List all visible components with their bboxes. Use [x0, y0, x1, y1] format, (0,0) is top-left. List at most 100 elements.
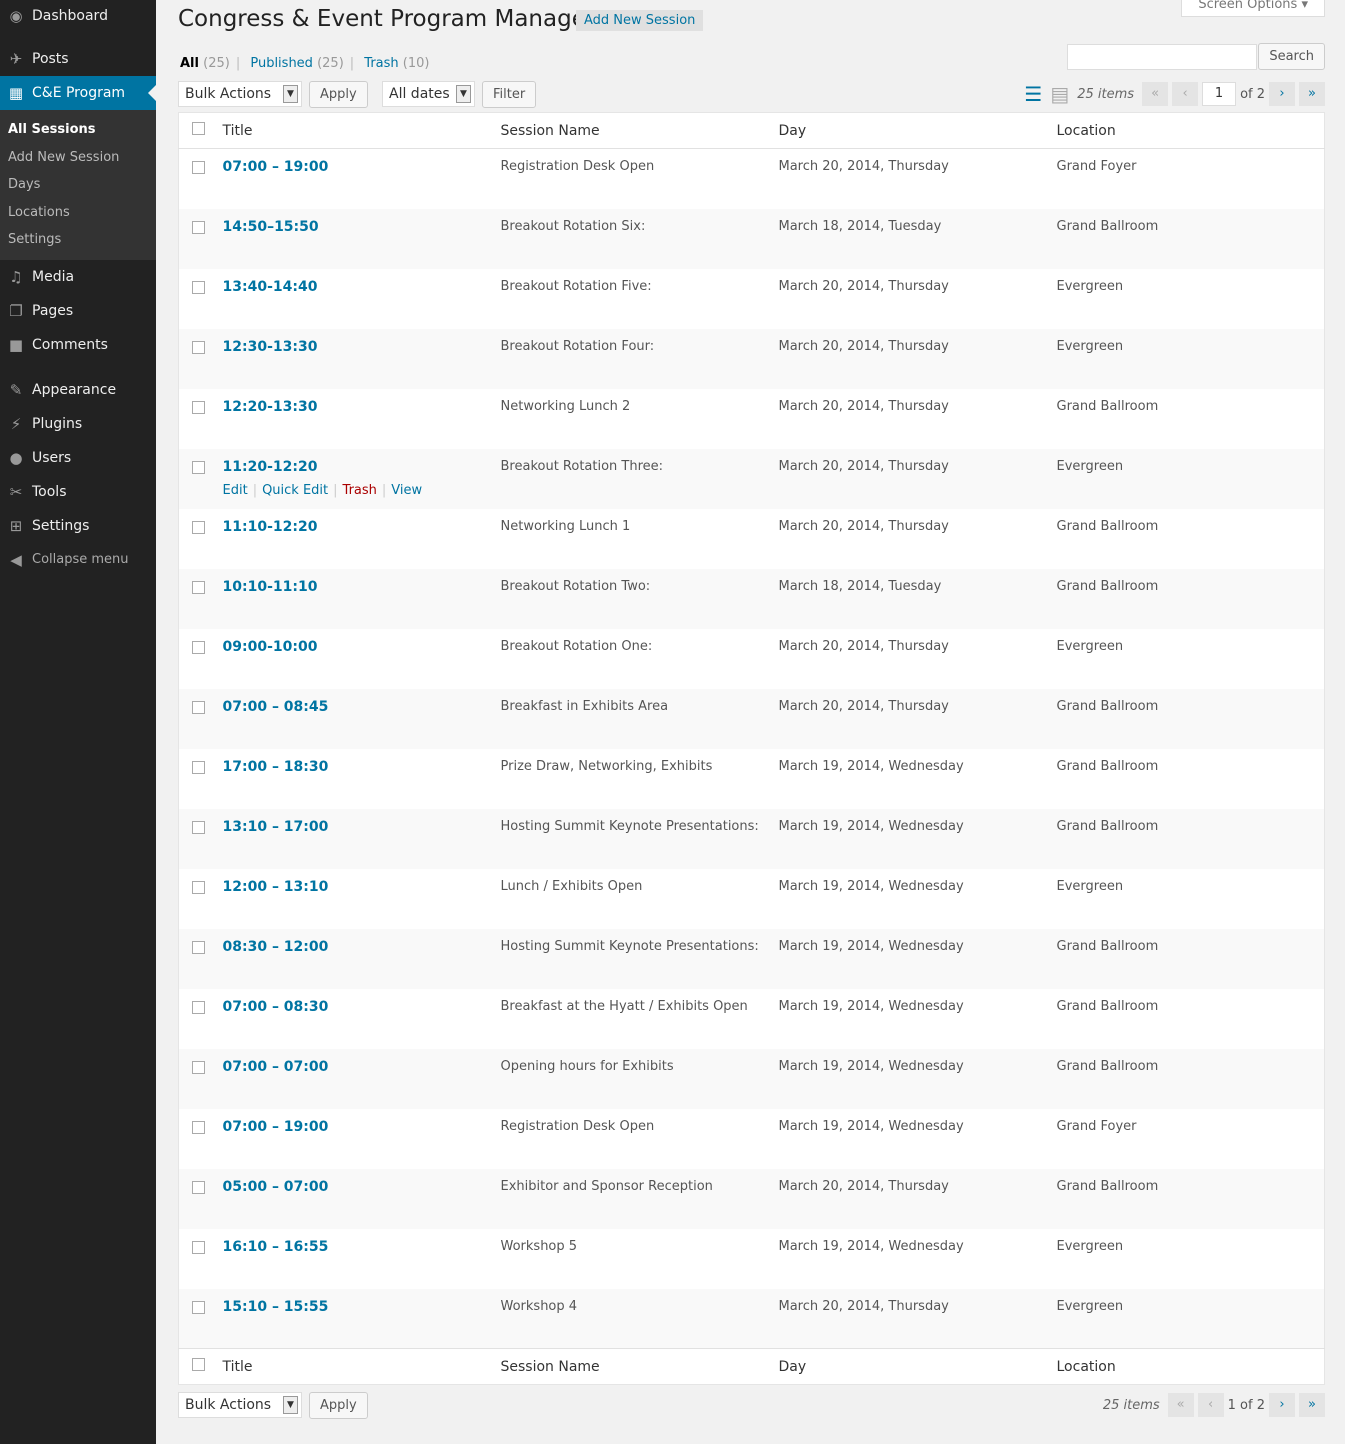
sidebar-item-dashboard[interactable]: ◉ Dashboard [0, 0, 156, 32]
row-checkbox[interactable] [192, 640, 205, 654]
total-pages: of 2 [1240, 86, 1265, 102]
session-title-link[interactable]: 14:50–15:50 [223, 219, 319, 235]
row-checkbox[interactable] [192, 1000, 205, 1014]
row-checkbox[interactable] [192, 820, 205, 834]
row-checkbox[interactable] [192, 460, 205, 474]
row-checkbox[interactable] [192, 161, 205, 174]
session-location: Grand Ballroom [1056, 808, 1325, 869]
filter-all[interactable]: All [180, 56, 199, 71]
sidebar-item-pages[interactable]: ❐ Pages [0, 294, 156, 328]
prev-page-button[interactable]: ‹ [1197, 1393, 1224, 1417]
session-title-link[interactable]: 05:00 – 07:00 [223, 1179, 329, 1195]
sidebar-item-appearance[interactable]: ✎ Appearance [0, 373, 156, 407]
session-title-link[interactable]: 08:30 – 12:00 [223, 939, 329, 955]
collapse-menu-button[interactable]: ◀ Collapse menu [0, 543, 156, 577]
session-title-link[interactable]: 11:10-12:20 [223, 519, 318, 535]
row-checkbox[interactable] [192, 580, 205, 594]
published-count: (25) [317, 56, 344, 71]
row-checkbox[interactable] [192, 760, 205, 774]
row-checkbox[interactable] [192, 1120, 205, 1134]
sidebar-item-tools[interactable]: ✂ Tools [0, 475, 156, 509]
session-location: Grand Ballroom [1056, 758, 1159, 774]
session-title-link[interactable]: 13:10 – 17:00 [223, 819, 329, 835]
session-title-link[interactable]: 07:00 – 19:00 [223, 1119, 329, 1135]
quick-edit-link[interactable]: Quick Edit [262, 483, 328, 498]
sidebar-item-posts[interactable]: ✈ Posts [0, 42, 156, 76]
add-new-session-button[interactable]: Add New Session [576, 10, 704, 31]
screen-options-button[interactable]: Screen Options ▾ [1181, 0, 1325, 17]
select-all-checkbox-bottom[interactable] [192, 1358, 205, 1371]
row-checkbox[interactable] [192, 1300, 205, 1314]
next-page-button[interactable]: › [1269, 1393, 1295, 1417]
session-title-link[interactable]: 11:20-12:20 [223, 459, 318, 475]
first-page-button[interactable]: « [1167, 1393, 1194, 1417]
view-link[interactable]: View [391, 483, 422, 498]
select-all-checkbox[interactable] [192, 122, 205, 135]
session-title-link[interactable]: 07:00 – 19:00 [223, 159, 329, 175]
session-title-link[interactable]: 12:00 – 13:10 [223, 879, 329, 895]
search-input[interactable] [1067, 44, 1257, 70]
column-title[interactable]: Title [222, 1348, 501, 1385]
filter-trash[interactable]: Trash [364, 56, 398, 71]
table-row: 17:00 – 18:30 Prize Draw, Networking, Ex… [179, 749, 1325, 809]
session-name: Breakout Rotation Two: [500, 568, 779, 629]
table-row: 08:30 – 12:00 Hosting Summit Keynote Pre… [178, 928, 1325, 989]
sidebar-item-plugins[interactable]: ⚡ Plugins [0, 407, 156, 441]
sidebar-item-c-e-program[interactable]: ▦ C&E Program [0, 76, 156, 110]
submenu-item[interactable]: All Sessions [0, 116, 156, 144]
session-title-link[interactable]: 07:00 – 07:00 [223, 1059, 329, 1075]
submenu-item[interactable]: Locations [0, 199, 156, 227]
submenu-item[interactable]: Add New Session [0, 144, 156, 172]
next-page-button[interactable]: › [1269, 82, 1295, 106]
row-checkbox[interactable] [192, 700, 205, 714]
list-view-icon[interactable]: ☰ [1024, 82, 1042, 106]
sidebar-item-comments[interactable]: ■ Comments [0, 328, 156, 362]
date-filter-select[interactable]: All dates ▼ [382, 81, 475, 107]
session-title-link[interactable]: 13:40-14:40 [223, 279, 318, 295]
session-title-link[interactable]: 07:00 – 08:45 [223, 699, 329, 715]
submenu-item[interactable]: Days [0, 171, 156, 199]
session-day: March 19, 2014, Wednesday [778, 878, 964, 894]
bulk-actions-select[interactable]: Bulk Actions ▼ [178, 81, 302, 107]
prev-page-button[interactable]: ‹ [1172, 82, 1199, 106]
current-page-input[interactable]: 1 [1202, 82, 1237, 106]
first-page-button[interactable]: « [1142, 82, 1169, 106]
row-checkbox[interactable] [192, 400, 205, 414]
row-checkbox[interactable] [192, 1060, 205, 1074]
column-title[interactable]: Title [222, 112, 501, 149]
session-title-link[interactable]: 16:10 – 16:55 [223, 1239, 329, 1255]
row-checkbox[interactable] [192, 280, 205, 294]
edit-link[interactable]: Edit [223, 483, 248, 498]
apply-button[interactable]: Apply [309, 81, 368, 108]
bulk-actions-select-bottom[interactable]: Bulk Actions ▼ [178, 1392, 302, 1418]
session-day: March 20, 2014, Thursday [778, 1168, 1057, 1229]
search-button[interactable]: Search [1258, 43, 1325, 70]
excerpt-view-icon[interactable]: ▤ [1050, 82, 1069, 106]
session-title-link[interactable]: 17:00 – 18:30 [223, 759, 329, 775]
row-checkbox[interactable] [192, 1240, 205, 1254]
session-title-link[interactable]: 12:30-13:30 [223, 339, 318, 355]
row-checkbox[interactable] [192, 940, 205, 954]
session-name: Lunch / Exhibits Open [500, 878, 643, 894]
session-title-link[interactable]: 15:10 – 15:55 [223, 1299, 329, 1315]
row-checkbox[interactable] [192, 220, 205, 234]
last-page-button[interactable]: » [1299, 82, 1325, 106]
session-title-link[interactable]: 12:20-13:30 [223, 399, 318, 415]
row-checkbox[interactable] [192, 340, 205, 354]
trash-link[interactable]: Trash [343, 483, 377, 498]
row-checkbox[interactable] [192, 1180, 205, 1194]
filter-button[interactable]: Filter [482, 81, 537, 108]
session-title-link[interactable]: 09:00-10:00 [223, 639, 318, 655]
row-checkbox[interactable] [192, 520, 205, 534]
sidebar-item-media[interactable]: ♫ Media [0, 260, 156, 294]
sidebar-item-users[interactable]: ● Users [0, 441, 156, 475]
row-checkbox[interactable] [192, 880, 205, 894]
last-page-button[interactable]: » [1299, 1393, 1325, 1417]
sidebar-item-settings[interactable]: ⊞ Settings [0, 509, 156, 543]
session-title-link[interactable]: 07:00 – 08:30 [223, 999, 329, 1015]
submenu-item[interactable]: Settings [0, 226, 156, 254]
apply-button-bottom[interactable]: Apply [309, 1392, 368, 1419]
table-row: 07:00 – 07:00 Opening hours for Exhibits… [178, 1048, 1325, 1109]
filter-published[interactable]: Published [250, 56, 313, 71]
session-title-link[interactable]: 10:10-11:10 [223, 579, 318, 595]
